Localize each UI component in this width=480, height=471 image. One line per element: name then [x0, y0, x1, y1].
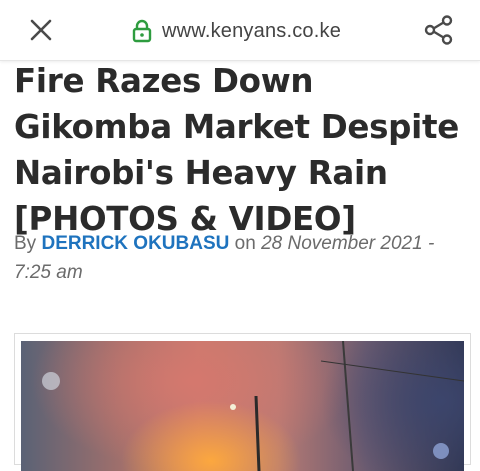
article-image-frame — [14, 333, 471, 471]
browser-toolbar: www.kenyans.co.ke — [0, 0, 480, 61]
close-icon[interactable] — [26, 15, 58, 47]
url-bar[interactable]: www.kenyans.co.ke — [132, 16, 341, 46]
by-label: By — [14, 233, 37, 254]
article-byline: By DERRICK OKUBASU on 28 November 2021 -… — [14, 229, 466, 287]
on-label: on — [234, 233, 256, 254]
article-image[interactable] — [21, 341, 464, 471]
url-text: www.kenyans.co.ke — [162, 19, 342, 42]
share-icon[interactable] — [422, 13, 456, 47]
lock-icon — [132, 19, 152, 43]
article-title: Fire Razes Down Gikomba Market Despite N… — [14, 62, 459, 238]
author-link[interactable]: DERRICK OKUBASU — [41, 233, 229, 254]
